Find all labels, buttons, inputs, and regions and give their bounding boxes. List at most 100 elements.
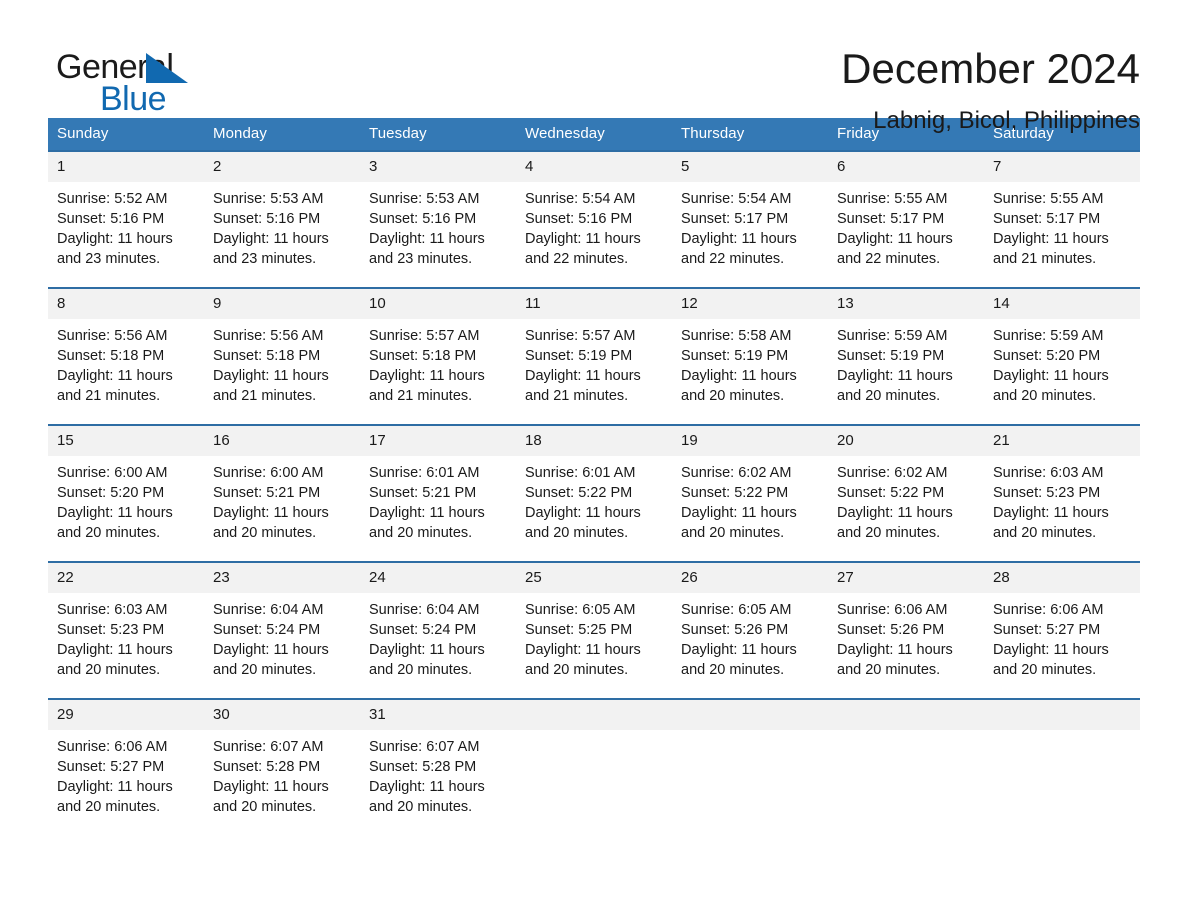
day-number: 20 [828, 426, 984, 456]
calendar-day-cell[interactable]: 10 Sunrise: 5:57 AM Sunset: 5:18 PM Dayligh… [360, 287, 516, 425]
calendar-day-cell[interactable]: 14 Sunrise: 5:59 AM Sunset: 5:20 PM Dayligh… [984, 287, 1140, 425]
sunrise-sunset-calendar: Sunday Monday Tuesday Wednesday Thursday… [48, 118, 1140, 835]
day-details: Sunrise: 6:01 AM Sunset: 5:21 PM Daylight:… [360, 456, 516, 543]
sunset-time: Sunset: 5:16 PM [525, 211, 633, 227]
day-details: Sunrise: 6:03 AM Sunset: 5:23 PM Daylight:… [984, 456, 1140, 543]
sunset-time: Sunset: 5:24 PM [369, 622, 477, 638]
daylight-duration-line2: and 20 minutes. [837, 388, 941, 404]
day-number [672, 700, 828, 730]
day-details: Sunrise: 5:57 AM Sunset: 5:18 PM Daylight:… [360, 319, 516, 406]
daylight-duration-line2: and 21 minutes. [57, 388, 161, 404]
sunrise-time: Sunrise: 5:55 AM [837, 191, 948, 207]
sunrise-time: Sunrise: 6:01 AM [525, 465, 636, 481]
daylight-duration-line1: Daylight: 11 hours [213, 505, 329, 521]
calendar-week-row: 1 Sunrise: 5:52 AM Sunset: 5:16 PM Daylight… [48, 150, 1140, 288]
sunrise-time: Sunrise: 5:54 AM [681, 191, 792, 207]
calendar-day-cell[interactable]: 4 Sunrise: 5:54 AM Sunset: 5:16 PM Daylight… [516, 150, 672, 288]
daylight-duration-line2: and 20 minutes. [837, 662, 941, 678]
daylight-duration-line2: and 20 minutes. [681, 388, 785, 404]
logo-triangle-icon [146, 53, 188, 83]
general-blue-logo: General Blue [48, 42, 238, 116]
sunrise-time: Sunrise: 5:59 AM [837, 328, 948, 344]
calendar-day-cell[interactable]: 9 Sunrise: 5:56 AM Sunset: 5:18 PM Daylight… [204, 287, 360, 425]
sunset-time: Sunset: 5:25 PM [525, 622, 633, 638]
calendar-day-cell[interactable]: 13 Sunrise: 5:59 AM Sunset: 5:19 PM Dayligh… [828, 287, 984, 425]
sunset-time: Sunset: 5:21 PM [369, 485, 477, 501]
daylight-duration-line2: and 21 minutes. [369, 388, 473, 404]
daylight-duration-line2: and 20 minutes. [993, 388, 1097, 404]
day-number: 2 [204, 152, 360, 182]
day-details: Sunrise: 6:02 AM Sunset: 5:22 PM Daylight:… [672, 456, 828, 543]
calendar-day-cell[interactable]: 17 Sunrise: 6:01 AM Sunset: 5:21 PM Dayligh… [360, 424, 516, 562]
calendar-day-cell[interactable]: 7 Sunrise: 5:55 AM Sunset: 5:17 PM Daylight… [984, 150, 1140, 288]
calendar-day-cell-empty [828, 698, 984, 835]
calendar-day-cell[interactable]: 1 Sunrise: 5:52 AM Sunset: 5:16 PM Daylight… [48, 150, 204, 288]
sunrise-time: Sunrise: 6:05 AM [525, 602, 636, 618]
sunrise-time: Sunrise: 6:07 AM [369, 739, 480, 755]
sunset-time: Sunset: 5:16 PM [57, 211, 165, 227]
calendar-day-cell[interactable]: 19 Sunrise: 6:02 AM Sunset: 5:22 PM Dayligh… [672, 424, 828, 562]
daylight-duration-line2: and 23 minutes. [57, 251, 161, 267]
calendar-day-cell[interactable]: 23 Sunrise: 6:04 AM Sunset: 5:24 PM Dayligh… [204, 561, 360, 699]
daylight-duration-line1: Daylight: 11 hours [525, 642, 641, 658]
day-number: 15 [48, 426, 204, 456]
calendar-day-cell[interactable]: 18 Sunrise: 6:01 AM Sunset: 5:22 PM Dayligh… [516, 424, 672, 562]
sunset-time: Sunset: 5:24 PM [213, 622, 321, 638]
daylight-duration-line1: Daylight: 11 hours [837, 505, 953, 521]
daylight-duration-line1: Daylight: 11 hours [57, 505, 173, 521]
calendar-day-cell[interactable]: 20 Sunrise: 6:02 AM Sunset: 5:22 PM Dayligh… [828, 424, 984, 562]
daylight-duration-line1: Daylight: 11 hours [369, 505, 485, 521]
sunset-time: Sunset: 5:17 PM [993, 211, 1101, 227]
sunrise-time: Sunrise: 6:05 AM [681, 602, 792, 618]
calendar-day-cell[interactable]: 8 Sunrise: 5:56 AM Sunset: 5:18 PM Daylight… [48, 287, 204, 425]
calendar-day-cell[interactable]: 26 Sunrise: 6:05 AM Sunset: 5:26 PM Dayligh… [672, 561, 828, 699]
sunset-time: Sunset: 5:22 PM [681, 485, 789, 501]
day-number: 27 [828, 563, 984, 593]
sunset-time: Sunset: 5:18 PM [213, 348, 321, 364]
day-details: Sunrise: 6:07 AM Sunset: 5:28 PM Daylight:… [204, 730, 360, 817]
calendar-day-cell[interactable]: 22 Sunrise: 6:03 AM Sunset: 5:23 PM Dayligh… [48, 561, 204, 699]
calendar-day-cell[interactable]: 11 Sunrise: 5:57 AM Sunset: 5:19 PM Dayligh… [516, 287, 672, 425]
day-number: 30 [204, 700, 360, 730]
day-details: Sunrise: 6:07 AM Sunset: 5:28 PM Daylight:… [360, 730, 516, 817]
day-number: 18 [516, 426, 672, 456]
calendar-day-cell[interactable]: 5 Sunrise: 5:54 AM Sunset: 5:17 PM Daylight… [672, 150, 828, 288]
daylight-duration-line1: Daylight: 11 hours [525, 505, 641, 521]
sunset-time: Sunset: 5:17 PM [681, 211, 789, 227]
day-details: Sunrise: 5:55 AM Sunset: 5:17 PM Daylight:… [828, 182, 984, 269]
calendar-day-cell[interactable]: 24 Sunrise: 6:04 AM Sunset: 5:24 PM Dayligh… [360, 561, 516, 699]
daylight-duration-line2: and 20 minutes. [213, 799, 317, 815]
calendar-day-cell[interactable]: 6 Sunrise: 5:55 AM Sunset: 5:17 PM Daylight… [828, 150, 984, 288]
sunset-time: Sunset: 5:16 PM [213, 211, 321, 227]
daylight-duration-line1: Daylight: 11 hours [681, 231, 797, 247]
sunrise-time: Sunrise: 6:02 AM [681, 465, 792, 481]
calendar-day-cell[interactable]: 21 Sunrise: 6:03 AM Sunset: 5:23 PM Dayligh… [984, 424, 1140, 562]
calendar-day-cell[interactable]: 3 Sunrise: 5:53 AM Sunset: 5:16 PM Daylight… [360, 150, 516, 288]
daylight-duration-line2: and 20 minutes. [525, 525, 629, 541]
day-details: Sunrise: 6:00 AM Sunset: 5:21 PM Daylight:… [204, 456, 360, 543]
title-block: December 2024 Labnig, Bicol, Philippines [238, 42, 1140, 136]
calendar-day-cell[interactable]: 28 Sunrise: 6:06 AM Sunset: 5:27 PM Dayligh… [984, 561, 1140, 699]
sunset-time: Sunset: 5:20 PM [993, 348, 1101, 364]
daylight-duration-line1: Daylight: 11 hours [525, 368, 641, 384]
day-number: 22 [48, 563, 204, 593]
daylight-duration-line2: and 20 minutes. [837, 525, 941, 541]
calendar-day-cell[interactable]: 12 Sunrise: 5:58 AM Sunset: 5:19 PM Dayligh… [672, 287, 828, 425]
calendar-day-cell[interactable]: 15 Sunrise: 6:00 AM Sunset: 5:20 PM Dayligh… [48, 424, 204, 562]
day-details: Sunrise: 5:53 AM Sunset: 5:16 PM Daylight:… [360, 182, 516, 269]
calendar-day-cell[interactable]: 25 Sunrise: 6:05 AM Sunset: 5:25 PM Dayligh… [516, 561, 672, 699]
day-number: 17 [360, 426, 516, 456]
daylight-duration-line2: and 23 minutes. [213, 251, 317, 267]
sunrise-time: Sunrise: 6:06 AM [57, 739, 168, 755]
daylight-duration-line1: Daylight: 11 hours [837, 231, 953, 247]
daylight-duration-line2: and 20 minutes. [681, 662, 785, 678]
calendar-day-cell[interactable]: 30 Sunrise: 6:07 AM Sunset: 5:28 PM Dayligh… [204, 698, 360, 835]
calendar-day-cell[interactable]: 16 Sunrise: 6:00 AM Sunset: 5:21 PM Dayligh… [204, 424, 360, 562]
calendar-day-cell[interactable]: 2 Sunrise: 5:53 AM Sunset: 5:16 PM Daylight… [204, 150, 360, 288]
calendar-day-cell[interactable]: 31 Sunrise: 6:07 AM Sunset: 5:28 PM Dayligh… [360, 698, 516, 835]
calendar-day-cell-empty [672, 698, 828, 835]
calendar-day-cell[interactable]: 27 Sunrise: 6:06 AM Sunset: 5:26 PM Dayligh… [828, 561, 984, 699]
day-number: 5 [672, 152, 828, 182]
calendar-day-cell-empty [516, 698, 672, 835]
calendar-day-cell[interactable]: 29 Sunrise: 6:06 AM Sunset: 5:27 PM Dayligh… [48, 698, 204, 835]
